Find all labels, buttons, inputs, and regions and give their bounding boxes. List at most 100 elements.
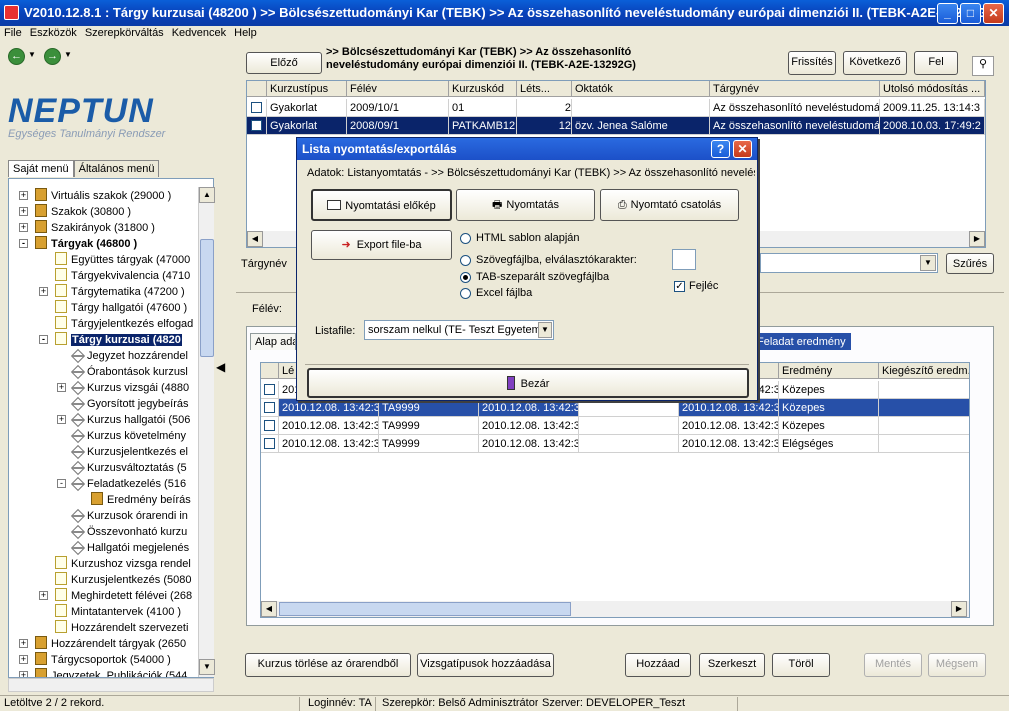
expand-icon[interactable]: + [39,287,48,296]
grid-column-header[interactable]: Félév [347,81,449,97]
tab-task-results[interactable]: Feladat eredmény [752,333,851,350]
tree-item[interactable]: Kurzusváltoztatás (5 [70,460,187,476]
grid-column-header[interactable]: Léts... [517,81,572,97]
refresh-button[interactable]: Frissítés [788,51,836,75]
up-button[interactable]: Fel [914,51,958,75]
filter-button[interactable]: Szűrés [946,253,994,274]
menu-tools[interactable]: Eszközök [26,26,81,40]
tree-item[interactable]: Tárgyekvivalencia (4710 [55,268,190,284]
print-preview-button[interactable]: Nyomtatási előkép [311,189,452,221]
tree-item[interactable]: + Kurzus hallgatói (506 [57,412,190,428]
tree-item[interactable]: - Tárgy kurzusai (4820 [39,332,182,348]
row-checkbox[interactable] [251,120,262,131]
collapse-icon[interactable]: - [39,335,48,344]
tree-item[interactable]: + Szakirányok (31800 ) [19,220,155,236]
export-file-button[interactable]: ➜ Export file-ba [311,230,452,260]
tree-hscrollbar[interactable] [8,678,214,692]
tree-item[interactable]: + Jegyzetek, Publikációk (544 [19,668,187,677]
tree-scroll-thumb[interactable] [200,239,214,357]
tab-basic-data[interactable]: Alap ada [250,333,296,350]
expand-icon[interactable]: + [39,591,48,600]
close-dialog-button[interactable]: Bezár [307,368,749,398]
row-checkbox-cell[interactable] [261,435,279,453]
scroll-up-icon[interactable]: ▲ [199,187,215,203]
printer-attach-button[interactable]: ⎙ Nyomtató csatolás [600,189,739,221]
tree-item[interactable]: Kurzushoz vizsga rendel [55,556,191,572]
radio-text-file[interactable] [460,255,471,266]
menu-file[interactable]: File [0,26,26,40]
row-checkbox[interactable] [264,384,275,395]
menu-role-switch[interactable]: Szerepkörváltás [81,26,168,40]
tree-item[interactable]: + Tárgycsoportok (54000 ) [19,652,171,668]
collapse-icon[interactable]: - [57,479,66,488]
tree-item[interactable]: Kurzusjelentkezés (5080 [55,572,191,588]
expand-icon[interactable]: + [19,671,28,677]
expand-icon[interactable]: + [57,415,66,424]
maximize-icon[interactable]: □ [960,3,981,24]
pin-icon[interactable]: ⚲ [972,56,994,76]
radio-excel[interactable] [460,288,471,299]
edit-button[interactable]: Szerkeszt [699,653,765,677]
tree-item[interactable]: Jegyzet hozzárendel [70,348,188,364]
print-button[interactable]: 🖶 Nyomtatás [456,189,595,221]
tree-item[interactable]: + Hozzárendelt tárgyak (2650 [19,636,186,652]
forward-arrow-icon[interactable]: → [44,48,61,65]
grid-column-header[interactable]: Eredmény [779,363,879,379]
collapse-icon[interactable]: - [19,239,28,248]
row-checkbox-cell[interactable] [247,117,267,135]
tree-item[interactable]: Kurzusjelentkezés el [70,444,188,460]
forward-dropdown-icon[interactable]: ▼ [64,50,72,59]
scroll-right-icon[interactable]: ▶ [951,601,967,617]
tree-item[interactable]: + Szakok (30800 ) [19,204,131,220]
tree-item[interactable]: Órabontások kurzusl [70,364,188,380]
next-button[interactable]: Következő [843,51,907,75]
save-button[interactable]: Mentés [864,653,922,677]
result-scroll-thumb[interactable] [279,602,571,616]
tree-item[interactable]: Tárgyjelentkezés elfogad [55,316,193,332]
result-grid-hscroll[interactable]: ◀ ▶ [261,601,969,617]
back-dropdown-icon[interactable]: ▼ [28,50,36,59]
tree-item[interactable]: + Virtuális szakok (29000 ) [19,188,171,204]
tree-item[interactable]: Kurzus követelmény [70,428,186,444]
collapse-panel-icon[interactable]: ◀ [216,360,228,380]
tree-item[interactable]: Összevonható kurzu [70,524,187,540]
tree-scrollbar[interactable]: ▲ ▼ [198,187,215,677]
subject-name-dropdown[interactable]: ▼ [760,253,938,273]
back-arrow-icon[interactable]: ← [8,48,25,65]
menu-favorites[interactable]: Kedvencek [168,26,230,40]
row-checkbox-cell[interactable] [261,399,279,417]
listfile-dropdown-icon[interactable]: ▼ [538,322,552,338]
radio-html-template[interactable] [460,233,471,244]
expand-icon[interactable]: + [19,655,28,664]
row-checkbox-cell[interactable] [261,417,279,435]
dropdown-arrow-icon[interactable]: ▼ [920,255,936,271]
minimize-icon[interactable]: _ [937,3,958,24]
tree-item[interactable]: Együttes tárgyak (47000 [55,252,190,268]
add-exam-types-button[interactable]: Vizsgatípusok hozzáadása [417,653,554,677]
tree-item[interactable]: - Feladatkezelés (516 [57,476,186,492]
scroll-right-icon[interactable]: ▶ [969,231,985,247]
delete-from-timetable-button[interactable]: Kurzus törlése az órarendből [245,653,411,677]
grid-column-header[interactable]: Tárgynév [710,81,880,97]
grid-column-header[interactable]: Oktatók [572,81,710,97]
tree-item[interactable]: Tárgy hallgatói (47600 ) [55,300,187,316]
tree-item[interactable]: + Kurzus vizsgái (4880 [57,380,189,396]
grid-column-header[interactable]: Kiegészítő eredm. [879,363,969,379]
scroll-left-icon[interactable]: ◀ [247,231,263,247]
expand-icon[interactable]: + [19,223,28,232]
prev-button[interactable]: Előző [246,52,322,74]
radio-tab-separated[interactable] [460,272,471,283]
row-checkbox-cell[interactable] [247,99,267,117]
expand-icon[interactable]: + [19,191,28,200]
menu-help[interactable]: Help [230,26,261,40]
grid-column-header[interactable]: Kurzustípus [267,81,347,97]
scroll-left-icon[interactable]: ◀ [261,601,277,617]
tree-item[interactable]: - Tárgyak (46800 ) [19,236,137,252]
tree-item[interactable]: Eredmény beírás [91,492,191,508]
expand-icon[interactable]: + [19,207,28,216]
scroll-down-icon[interactable]: ▼ [199,659,215,675]
row-checkbox[interactable] [264,402,275,413]
add-button[interactable]: Hozzáad [625,653,691,677]
header-checkbox[interactable]: ✓ [674,281,685,292]
row-checkbox[interactable] [264,438,275,449]
